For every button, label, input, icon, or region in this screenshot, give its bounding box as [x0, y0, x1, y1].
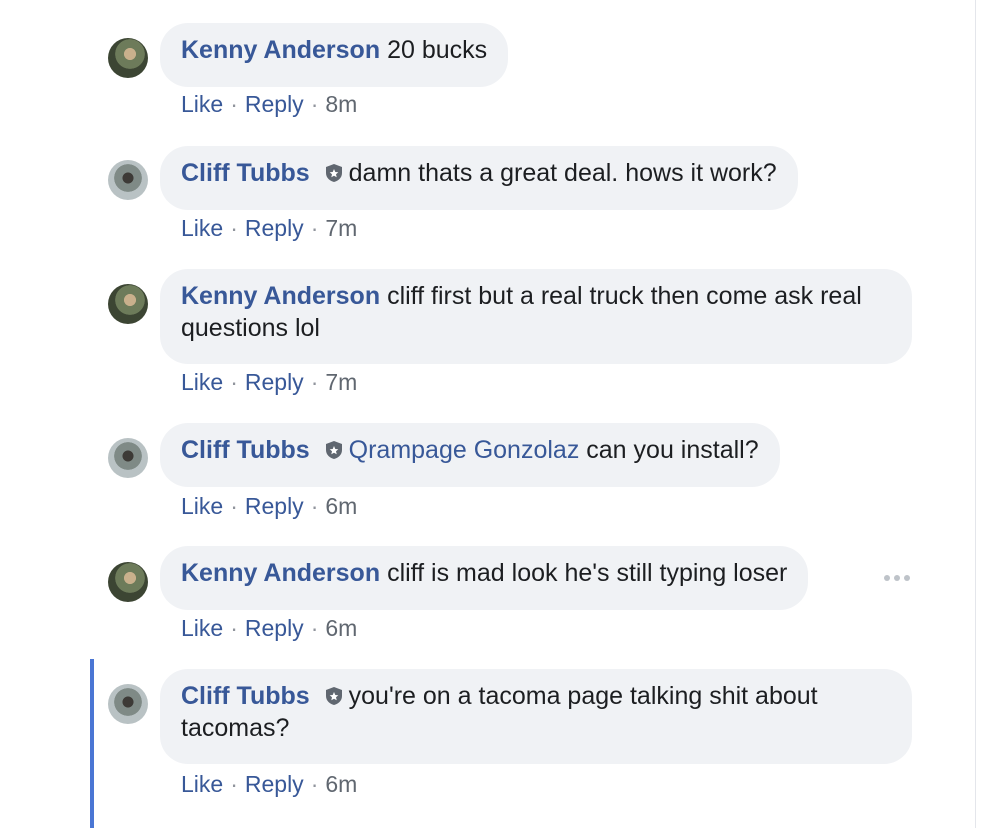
like-link[interactable]: Like [181, 493, 223, 519]
like-link[interactable]: Like [181, 369, 223, 395]
panel-border [975, 0, 976, 828]
comment-bubble: Kenny Anderson cliff first but a real tr… [160, 269, 912, 364]
reply-link[interactable]: Reply [245, 615, 304, 641]
comment-bubble: Kenny Anderson cliff is mad look he's st… [160, 546, 809, 610]
like-link[interactable]: Like [181, 771, 223, 797]
timestamp[interactable]: 7m [325, 369, 357, 395]
comment-author[interactable]: Cliff Tubbs [181, 159, 310, 187]
reply-link[interactable]: Reply [245, 91, 304, 117]
avatar[interactable] [108, 684, 148, 724]
reply-link[interactable]: Reply [245, 771, 304, 797]
comment-bubble: Cliff Tubbs Qrampage Gonzolaz can you in… [160, 423, 780, 487]
comment-text: damn thats a great deal. hows it work? [348, 159, 777, 187]
comment-author[interactable]: Kenny Anderson [181, 559, 380, 587]
mention-link[interactable]: Qrampage Gonzolaz [349, 436, 580, 464]
comment-thread: Kenny Anderson 20 bucks Like · Reply · 8m Cl… [0, 0, 988, 828]
like-link[interactable]: Like [181, 615, 223, 641]
separator: · [310, 615, 319, 641]
like-link[interactable]: Like [181, 91, 223, 117]
comment-actions: Like · Reply · 7m [181, 368, 357, 396]
reply-link[interactable]: Reply [245, 493, 304, 519]
separator: · [230, 615, 238, 641]
shield-badge-icon [323, 437, 345, 459]
comment-author[interactable]: Kenny Anderson [181, 36, 380, 64]
separator: · [230, 493, 238, 519]
comment-author[interactable]: Cliff Tubbs [181, 682, 310, 710]
comment-text: can you install? [586, 436, 759, 464]
separator: · [230, 771, 238, 797]
avatar[interactable] [108, 160, 148, 200]
comment-actions: Like · Reply · 8m [181, 90, 357, 118]
separator: · [310, 91, 319, 117]
shield-badge-icon [323, 683, 345, 705]
avatar[interactable] [108, 438, 148, 478]
comment-text: cliff is mad look he's still typing lose… [387, 559, 788, 587]
separator: · [310, 771, 319, 797]
like-link[interactable]: Like [181, 215, 223, 241]
comment-text: 20 bucks [387, 36, 488, 64]
reply-link[interactable]: Reply [245, 369, 304, 395]
comment-bubble: Cliff Tubbs you're on a tacoma page talk… [160, 669, 912, 764]
comment-actions: Like · Reply · 6m [181, 770, 357, 798]
separator: · [310, 493, 319, 519]
comment-bubble: Kenny Anderson 20 bucks [160, 23, 509, 87]
timestamp[interactable]: 6m [325, 771, 357, 797]
comment-actions: Like · Reply · 7m [181, 214, 357, 242]
avatar[interactable] [108, 38, 148, 78]
more-options-icon[interactable] [884, 573, 912, 583]
timestamp[interactable]: 8m [325, 91, 357, 117]
separator: · [230, 369, 238, 395]
timestamp[interactable]: 6m [325, 493, 357, 519]
avatar[interactable] [108, 284, 148, 324]
comment-bubble: Cliff Tubbs damn thats a great deal. how… [160, 146, 798, 210]
separator: · [310, 215, 319, 241]
shield-badge-icon [323, 160, 345, 182]
highlight-bar [90, 659, 94, 828]
comment-actions: Like · Reply · 6m [181, 492, 357, 520]
comment-actions: Like · Reply · 6m [181, 614, 357, 642]
avatar[interactable] [108, 562, 148, 602]
timestamp[interactable]: 7m [325, 215, 357, 241]
separator: · [230, 215, 238, 241]
comment-author[interactable]: Kenny Anderson [181, 282, 380, 310]
separator: · [230, 91, 238, 117]
separator: · [310, 369, 319, 395]
timestamp[interactable]: 6m [325, 615, 357, 641]
comment-author[interactable]: Cliff Tubbs [181, 436, 310, 464]
reply-link[interactable]: Reply [245, 215, 304, 241]
